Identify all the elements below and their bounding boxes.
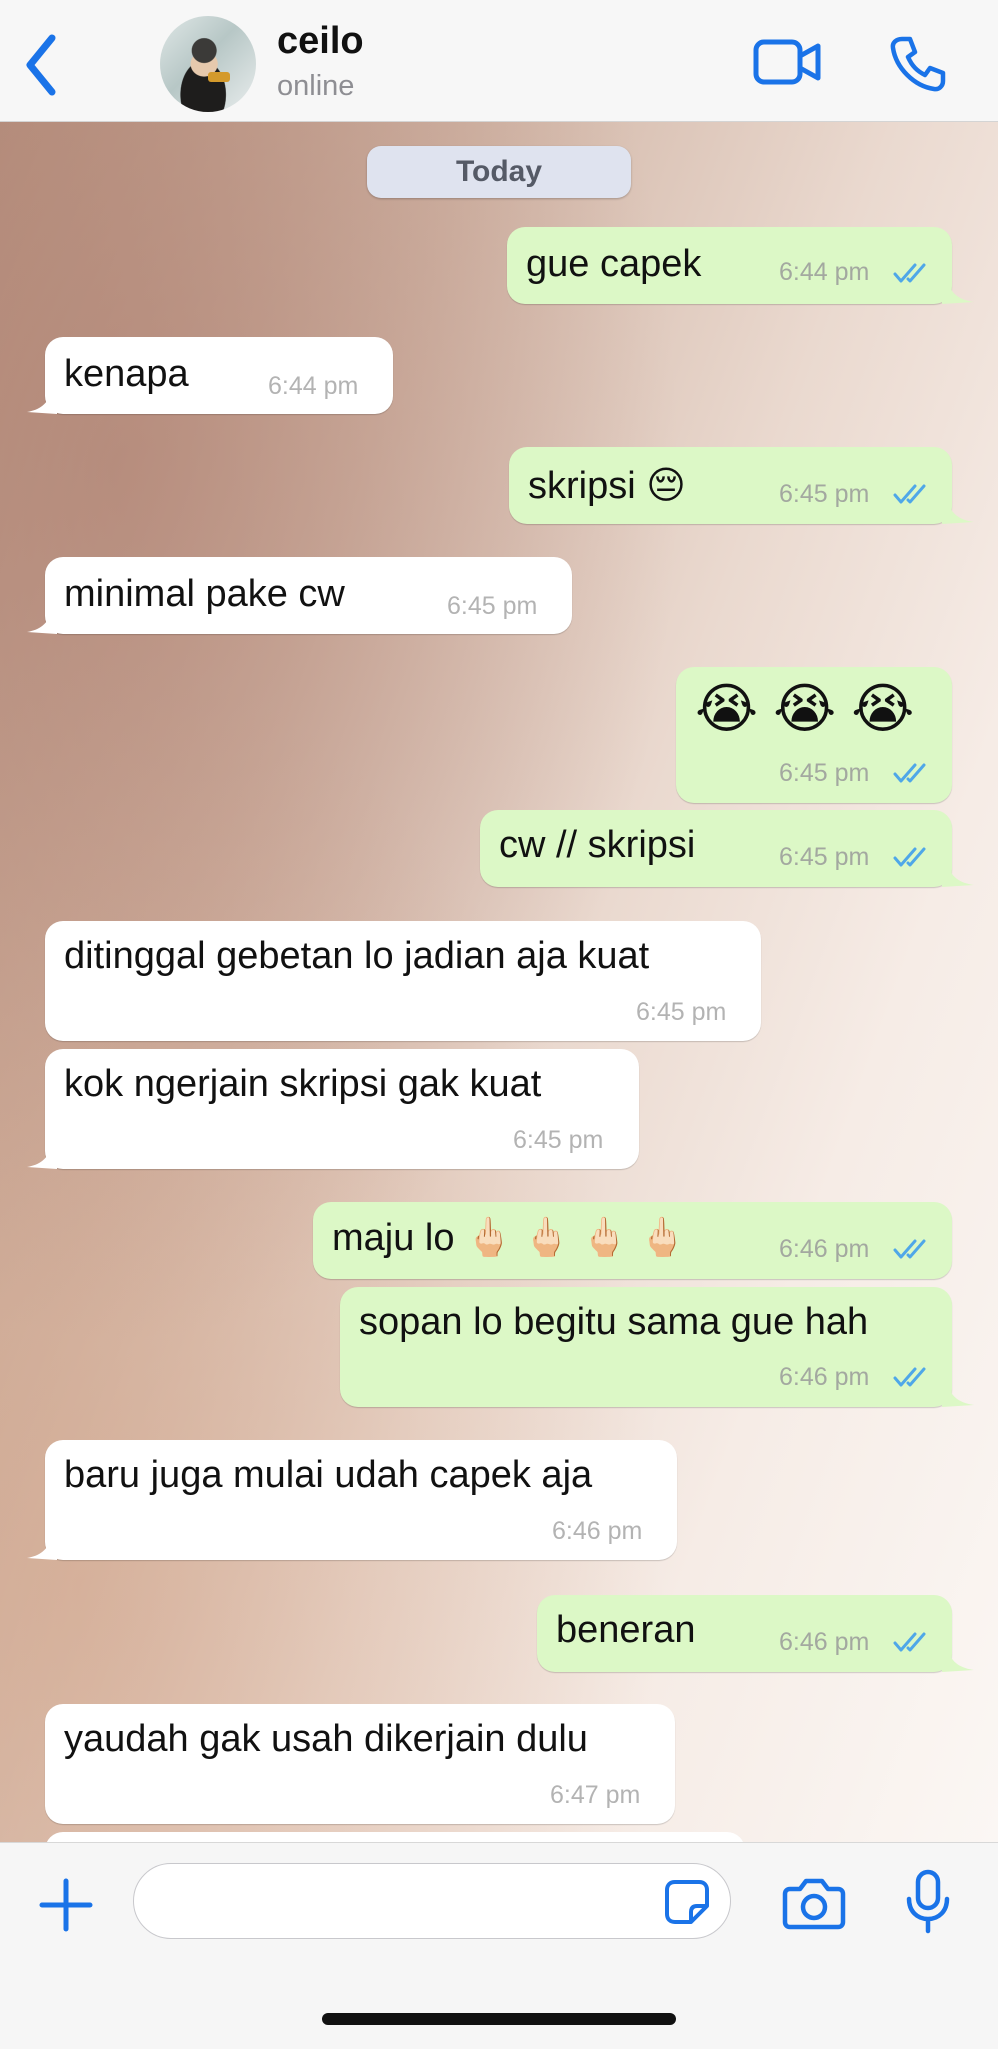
message-bubble-outgoing[interactable]: gue capek 6:44 pm [507,227,974,304]
chat-area[interactable]: Today gue capek 6:44 pm kenapa 6:44 pm s… [0,122,998,1842]
message-bubble-incoming[interactable]: kenapa 6:44 pm [27,337,393,414]
message-bubble-outgoing[interactable]: skripsi 😔 6:45 pm [509,447,974,524]
message-bubble-incoming-partial[interactable] [45,1832,745,1842]
bubble-tail [942,863,974,887]
message-time: 6:44 pm [268,372,359,400]
message-text: maju lo 🖕🏻 🖕🏻 🖕🏻 🖕🏻 [332,1217,686,1259]
message-bubble-outgoing[interactable]: maju lo 🖕🏻 🖕🏻 🖕🏻 🖕🏻 6:46 pm [313,1202,952,1279]
video-camera-icon [753,39,821,85]
message-bubble-incoming[interactable]: minimal pake cw 6:45 pm [27,557,572,634]
message-time: 6:45 pm [447,592,538,620]
message-input[interactable] [133,1863,731,1939]
message-text: baru juga mulai udah capek aja [64,1454,593,1496]
message-time: 6:45 pm [779,480,870,508]
bubble-tail [942,500,974,524]
message-time: 6:46 pm [779,1235,870,1263]
date-separator: Today [367,146,631,198]
double-check-icon [893,1239,926,1259]
message-time: 6:46 pm [779,1628,870,1656]
double-check-icon [893,263,926,283]
message-text: minimal pake cw [64,573,345,615]
contact-name[interactable]: ceilo [277,20,364,63]
bubble-tail [942,1383,974,1407]
back-button[interactable] [18,30,64,100]
message-time: 6:45 pm [779,759,870,787]
message-text: kenapa [64,353,189,395]
video-call-button[interactable] [752,34,824,95]
bubble-tail [27,390,57,414]
bubble-tail [27,1145,57,1169]
message-text: gue capek [526,243,702,285]
double-check-icon [893,484,926,504]
sticker-icon [665,1880,709,1924]
message-time: 6:47 pm [550,1781,641,1809]
bubble-tail [942,1648,974,1672]
chat-header: ceilo online [0,0,998,122]
sticker-button[interactable] [663,1878,711,1931]
message-text: yaudah gak usah dikerjain dulu [64,1718,588,1760]
message-time: 6:45 pm [636,998,727,1026]
double-check-icon [893,1367,926,1387]
message-bubble-incoming[interactable]: baru juga mulai udah capek aja 6:46 pm [27,1440,677,1560]
message-text: kok ngerjain skripsi gak kuat [64,1063,542,1105]
message-bubble-outgoing[interactable]: sopan lo begitu sama gue hah 6:46 pm [340,1287,974,1407]
camera-icon [782,1878,846,1930]
message-bubble-outgoing[interactable]: 😭 😭 😭 6:45 pm [676,667,952,803]
double-check-icon [893,763,926,783]
message-bubble-outgoing[interactable]: beneran 6:46 pm [537,1595,974,1672]
message-text: ditinggal gebetan lo jadian aja kuat [64,935,650,977]
message-time: 6:44 pm [779,258,870,286]
attach-button[interactable] [38,1877,94,1938]
bubble-tail [27,610,57,634]
message-text: 😭 😭 😭 [695,679,915,739]
double-check-icon [893,1632,926,1652]
bubble-tail [27,1536,57,1560]
double-check-icon [893,847,926,867]
message-text: sopan lo begitu sama gue hah [359,1301,869,1343]
message-bubble-outgoing[interactable]: cw // skripsi 6:45 pm [480,810,974,887]
plus-icon [39,1878,93,1932]
message-bubble-incoming[interactable]: kok ngerjain skripsi gak kuat 6:45 pm [27,1049,639,1169]
chevron-left-icon [26,34,56,96]
message-text: beneran [556,1609,696,1651]
camera-button[interactable] [782,1875,846,1936]
message-time: 6:46 pm [779,1363,870,1391]
contact-status: online [277,70,355,102]
message-text: skripsi 😔 [528,465,686,507]
microphone-icon [906,1869,950,1934]
message-bubble-incoming[interactable]: yaudah gak usah dikerjain dulu 6:47 pm [45,1704,675,1824]
message-time: 6:45 pm [779,843,870,871]
phone-icon [890,36,946,92]
message-text: cw // skripsi [499,824,696,866]
home-indicator [322,2013,676,2025]
message-bubble-incoming[interactable]: ditinggal gebetan lo jadian aja kuat 6:4… [45,921,761,1041]
avatar[interactable] [160,16,256,112]
message-time: 6:45 pm [513,1126,604,1154]
message-time: 6:46 pm [552,1517,643,1545]
voice-message-button[interactable] [904,1869,952,1940]
compose-bar [0,1842,998,2049]
voice-call-button[interactable] [888,34,948,99]
bubble-tail [942,280,974,304]
